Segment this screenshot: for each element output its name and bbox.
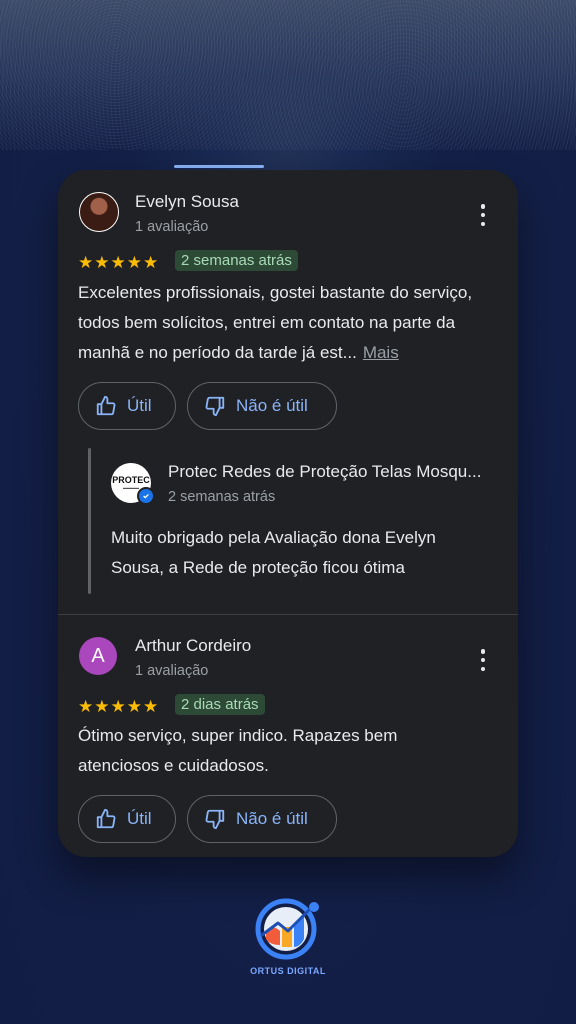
owner-avatar[interactable]: PROTEC ▬▬▬▬ [111,463,155,505]
avatar[interactable]: A [79,637,117,675]
review-date: 2 semanas atrás [175,250,298,271]
avatar[interactable] [79,192,119,232]
not-helpful-button[interactable]: Não é útil [187,382,337,430]
reply-date: 2 semanas atrás [168,489,276,505]
helpful-button[interactable]: Útil [78,382,176,430]
review-count: 1 avaliação [135,219,209,235]
star-icon: ★ [110,253,126,272]
star-icon: ★ [143,253,159,272]
not-helpful-label: Não é útil [236,809,308,828]
review-author[interactable]: Arthur Cordeiro [135,636,251,656]
not-helpful-label: Não é útil [236,396,308,415]
review-count: 1 avaliação [135,663,209,679]
footer-brand: ORTUS DIGITAL [250,966,326,976]
ortus-digital-logo-icon [255,898,319,960]
tab-indicator [174,165,264,168]
review-text: Ótimo serviço, super indico. Rapazes bem… [78,726,398,775]
background-texture [0,0,576,150]
review-date: 2 dias atrás [175,694,265,715]
star-icon: ★ [78,697,94,716]
star-icon: ★ [143,697,159,716]
review-author[interactable]: Evelyn Sousa [135,192,239,212]
owner-name[interactable]: Protec Redes de Proteção Telas Mosqu... [168,462,481,482]
verified-icon [137,487,155,505]
reply-text: Muito obrigado pela Avaliação dona Evely… [111,528,436,577]
star-icon: ★ [78,253,94,272]
helpful-button[interactable]: Útil [78,795,176,843]
more-options-icon[interactable] [480,649,486,671]
star-rating: ★ ★ ★ ★ ★ [78,254,158,271]
star-icon: ★ [126,253,142,272]
star-rating: ★ ★ ★ ★ ★ [78,698,158,715]
more-options-icon[interactable] [480,204,486,226]
helpful-label: Útil [127,396,152,415]
thumbs-down-icon [205,396,225,417]
star-icon: ★ [126,697,142,716]
owner-logo-text: PROTEC [112,475,150,485]
reply-divider [88,448,91,594]
more-link[interactable]: Mais [363,343,399,362]
review-text: Excelentes profissionais, gostei bastant… [78,278,508,368]
review-item: A Arthur Cordeiro 1 avaliação ★ ★ ★ ★ ★ … [58,615,518,857]
thumbs-down-icon [205,809,225,830]
helpful-label: Útil [127,809,152,828]
not-helpful-button[interactable]: Não é útil [187,795,337,843]
star-icon: ★ [94,253,110,272]
thumbs-up-icon [96,395,116,416]
star-icon: ★ [94,697,110,716]
review-text-body: Excelentes profissionais, gostei bastant… [78,283,473,362]
thumbs-up-icon [96,808,116,829]
review-item: Evelyn Sousa 1 avaliação ★ ★ ★ ★ ★ 2 sem… [58,170,518,614]
reviews-card: Evelyn Sousa 1 avaliação ★ ★ ★ ★ ★ 2 sem… [58,170,518,857]
star-icon: ★ [110,697,126,716]
